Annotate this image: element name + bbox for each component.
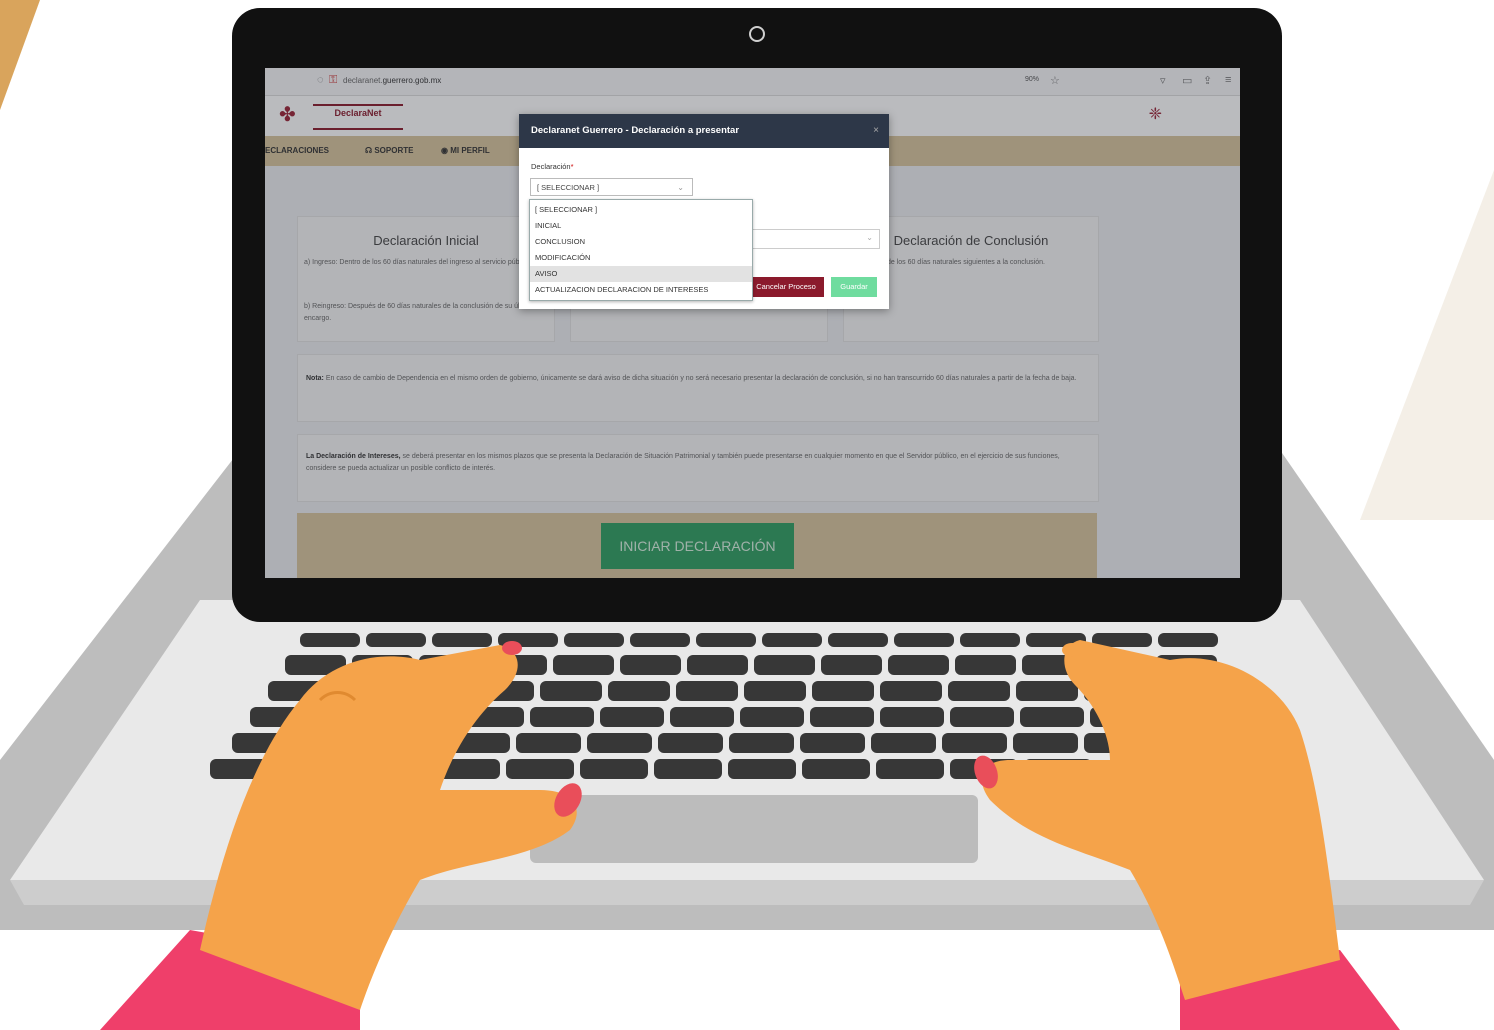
illustration: ◌ ⚿ declaranet.guerrero.gob.mx 90% ☆ ▿ ▭… bbox=[0, 0, 1494, 1030]
right-hand bbox=[981, 640, 1340, 1000]
hands-illustration bbox=[100, 640, 1400, 1030]
left-hand bbox=[200, 645, 577, 1010]
left-nail-index bbox=[502, 641, 522, 655]
